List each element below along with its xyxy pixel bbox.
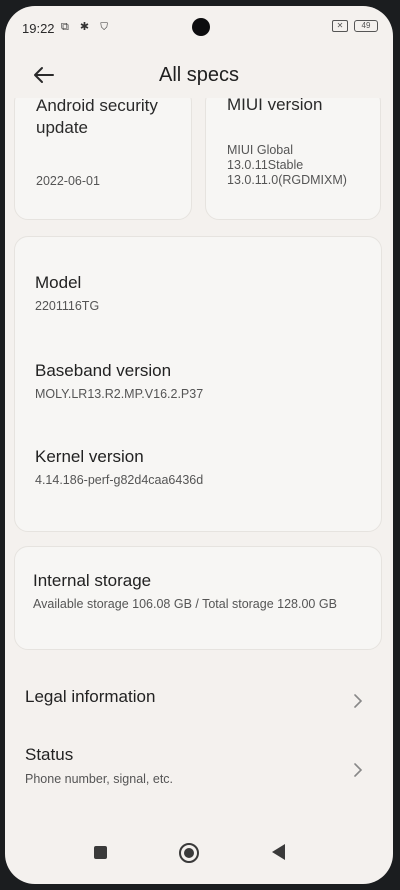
kernel-row[interactable]: Kernel version 4.14.186-perf-g82d4caa643… bbox=[35, 447, 203, 487]
internal-storage-card[interactable]: Internal storage Available storage 106.0… bbox=[14, 546, 382, 650]
page-title: All specs bbox=[158, 64, 240, 86]
baseband-row[interactable]: Baseband version MOLY.LR13.R2.MP.V16.2.P… bbox=[35, 361, 203, 401]
baseband-title: Baseband version bbox=[35, 361, 172, 380]
storage-title: Internal storage bbox=[33, 571, 152, 590]
storage-value: Available storage 106.08 GB / Total stor… bbox=[33, 597, 337, 611]
no-sim-icon: ✕ bbox=[332, 20, 348, 32]
miui-version-line: MIUI Global bbox=[227, 143, 293, 157]
device-info-card: Model 2201116TG Baseband version MOLY.LR… bbox=[14, 236, 382, 532]
status-right: ✕ 49 bbox=[332, 20, 378, 32]
recents-button[interactable] bbox=[94, 846, 107, 859]
legal-information-title: Legal information bbox=[25, 687, 156, 706]
model-title: Model bbox=[35, 273, 82, 292]
battery-icon: 49 bbox=[354, 20, 378, 32]
kernel-value: 4.14.186-perf-g82d4caa6436d bbox=[35, 473, 204, 487]
back-button[interactable] bbox=[272, 844, 285, 860]
miui-version-card[interactable]: MIUI version MIUI Global 13.0.11Stable 1… bbox=[205, 98, 381, 220]
camera-cutout bbox=[192, 18, 210, 36]
status-title: Status bbox=[25, 745, 74, 764]
miui-version-title: MIUI version bbox=[227, 98, 323, 114]
chevron-right-icon bbox=[354, 694, 363, 708]
home-button[interactable] bbox=[179, 843, 199, 863]
notification-icons: ⧉ ✱ ⛉ bbox=[61, 21, 113, 33]
miui-version-value: MIUI Global 13.0.11Stable 13.0.11.0(RGDM… bbox=[227, 143, 347, 188]
miui-version-line: 13.0.11.0(RGDMIXM) bbox=[227, 173, 347, 187]
chevron-right-icon bbox=[354, 763, 363, 777]
app-header: All specs bbox=[5, 54, 393, 98]
specs-content[interactable]: Android security update 2022-06-01 MIUI … bbox=[5, 98, 393, 838]
phone-screen: 19:22 ⧉ ✱ ⛉ ✕ 49 All specs Android secur… bbox=[5, 6, 393, 884]
status-time: 19:22 bbox=[22, 21, 55, 36]
legal-information-item[interactable]: Legal information bbox=[5, 674, 393, 718]
status-subtitle: Phone number, signal, etc. bbox=[25, 772, 174, 786]
kernel-title: Kernel version bbox=[35, 447, 144, 466]
security-update-value: 2022-06-01 bbox=[36, 174, 100, 188]
baseband-value: MOLY.LR13.R2.MP.V16.2.P37 bbox=[35, 387, 204, 401]
status-item[interactable]: Status Phone number, signal, etc. bbox=[5, 734, 393, 794]
model-row[interactable]: Model 2201116TG bbox=[35, 273, 99, 313]
navigation-bar bbox=[5, 834, 393, 884]
miui-version-line: 13.0.11Stable bbox=[227, 158, 304, 172]
model-value: 2201116TG bbox=[35, 299, 100, 313]
security-update-title: Android security update bbox=[36, 98, 158, 137]
security-update-card[interactable]: Android security update 2022-06-01 bbox=[14, 98, 192, 220]
